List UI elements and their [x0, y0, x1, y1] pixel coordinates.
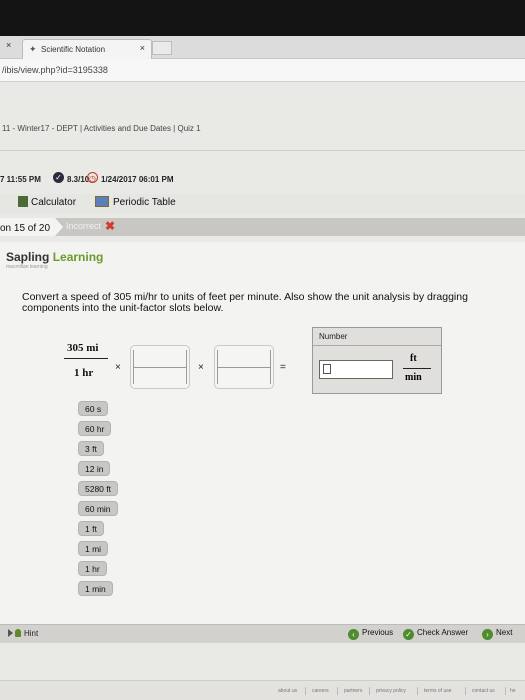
next-arrow-icon: ›: [482, 629, 493, 640]
divider: [369, 687, 370, 695]
fraction-bar: [64, 358, 108, 359]
equals-sign: =: [280, 362, 286, 373]
question-progress-text: on 15 of 20: [0, 223, 51, 234]
slot-fraction-line: [218, 367, 270, 368]
multiply-sign-1: ×: [115, 362, 121, 373]
answer-input[interactable]: [319, 360, 393, 379]
draggable-chip[interactable]: 60 min: [78, 501, 118, 516]
periodic-table-button[interactable]: Periodic Table: [95, 196, 176, 208]
slot-bracket-right: [186, 350, 187, 384]
footer-link[interactable]: he: [510, 688, 516, 694]
close-previous-tab-icon[interactable]: ×: [6, 40, 11, 50]
score: 8.3/10: [67, 175, 90, 184]
expand-triangle-icon: [8, 629, 13, 637]
unit-fraction-bar: [403, 368, 431, 369]
footer-link[interactable]: partners: [344, 688, 362, 694]
previous-arrow-icon: ‹: [348, 629, 359, 640]
given-numerator: 305 mi: [67, 342, 99, 354]
calculator-label: Calculator: [31, 197, 77, 208]
next-label: Next: [496, 628, 513, 637]
divider: [417, 687, 418, 695]
answer-box: Number ft min: [312, 327, 442, 394]
tab-close-icon[interactable]: ×: [140, 43, 145, 53]
brand-sub: macmillan learning: [6, 264, 48, 270]
lightbulb-icon: [15, 629, 21, 637]
next-button[interactable]: › Next: [482, 628, 512, 640]
periodic-table-icon: [95, 196, 109, 207]
draggable-chip[interactable]: 1 hr: [78, 561, 107, 576]
score-icon: ✓: [53, 172, 64, 183]
draggable-chip[interactable]: 12 in: [78, 461, 111, 476]
due-date: 1/24/2017 06:01 PM: [101, 175, 174, 184]
screen: × ✦ Scientific Notation × /ibis/view.php…: [0, 0, 525, 700]
footer-link[interactable]: about us: [278, 688, 297, 694]
clock-icon: ◷: [87, 172, 98, 183]
tab-favicon-icon: ✦: [29, 44, 37, 54]
sapling-logo: Sapling Learning: [6, 250, 103, 264]
hint-button[interactable]: Hint: [8, 629, 38, 638]
arrow-shape: [55, 218, 63, 236]
breadcrumb-text: 11 - Winter17 - DEPT | Activities and Du…: [2, 124, 201, 133]
given-denominator: 1 hr: [74, 367, 94, 379]
dark-top-bezel: [0, 0, 525, 36]
periodic-table-label: Periodic Table: [113, 197, 176, 208]
divider: [505, 687, 506, 695]
slot-bracket-right: [270, 350, 271, 384]
address-bar[interactable]: /ibis/view.php?id=3195338: [0, 59, 525, 82]
divider: [305, 687, 306, 695]
footer-link[interactable]: terms of use: [424, 688, 452, 694]
new-tab-button[interactable]: [152, 41, 172, 55]
hint-label: Hint: [24, 629, 39, 638]
tab-title: Scientific Notation: [41, 45, 106, 54]
draggable-chip[interactable]: 60 s: [78, 401, 109, 416]
question-footer: Hint ‹ Previous ✓ Check Answer › Next: [0, 624, 525, 643]
footer-link[interactable]: careers: [312, 688, 329, 694]
draggable-chip[interactable]: 5280 ft: [78, 481, 118, 496]
text-cursor: [323, 364, 331, 374]
browser-tab-strip: × ✦ Scientific Notation ×: [0, 36, 525, 59]
footer-link[interactable]: contact us: [472, 688, 495, 694]
address-url: /ibis/view.php?id=3195338: [2, 65, 108, 75]
slot-fraction-line: [134, 367, 186, 368]
footer-link[interactable]: privacy policy: [376, 688, 406, 694]
unit-denominator: min: [405, 372, 422, 383]
question-progress: on 15 of 20: [0, 218, 55, 236]
brand-name-2: Learning: [52, 250, 104, 264]
previous-button[interactable]: ‹ Previous: [348, 628, 393, 640]
multiply-sign-2: ×: [198, 362, 204, 373]
answer-label: Number: [319, 332, 348, 341]
check-answer-label: Check Answer: [417, 628, 469, 637]
divider: [465, 687, 466, 695]
question-status-bar: on 15 of 20 Incorrect ✖: [0, 218, 525, 236]
tool-row: Calculator Periodic Table: [0, 194, 525, 214]
draggable-chip[interactable]: 60 hr: [78, 421, 112, 436]
check-answer-button[interactable]: ✓ Check Answer: [403, 628, 468, 640]
breadcrumb: 11 - Winter17 - DEPT | Activities and Du…: [0, 118, 525, 138]
unit-factor-slot-2[interactable]: [214, 345, 274, 389]
check-icon: ✓: [403, 629, 414, 640]
brand-name: Sapling: [6, 250, 50, 264]
browser-tab[interactable]: ✦ Scientific Notation ×: [22, 39, 152, 59]
divider: [337, 687, 338, 695]
calculator-icon: [18, 196, 28, 207]
draggable-chip[interactable]: 1 min: [78, 581, 113, 596]
answer-box-divider: [313, 345, 441, 346]
unit-factor-slot-1[interactable]: [130, 345, 190, 389]
draggable-chip[interactable]: 3 ft: [78, 441, 104, 456]
draggable-chip[interactable]: 1 mi: [78, 541, 109, 556]
incorrect-x-icon: ✖: [105, 219, 116, 233]
assignment-info-bar: 7 11:55 PM ✓ 8.3/10 ◷ 1/24/2017 06:01 PM: [0, 170, 525, 188]
question-text: Convert a speed of 305 mi/hr to units of…: [22, 291, 468, 314]
status-incorrect: Incorrect: [66, 221, 102, 231]
draggable-chip[interactable]: 1 ft: [78, 521, 104, 536]
time-remaining: 7 11:55 PM: [0, 175, 41, 184]
previous-label: Previous: [362, 628, 394, 637]
divider: [0, 150, 525, 151]
site-footer-links: about us careers partners privacy policy…: [0, 680, 525, 700]
unit-numerator: ft: [410, 353, 417, 364]
calculator-button[interactable]: Calculator: [18, 196, 76, 208]
